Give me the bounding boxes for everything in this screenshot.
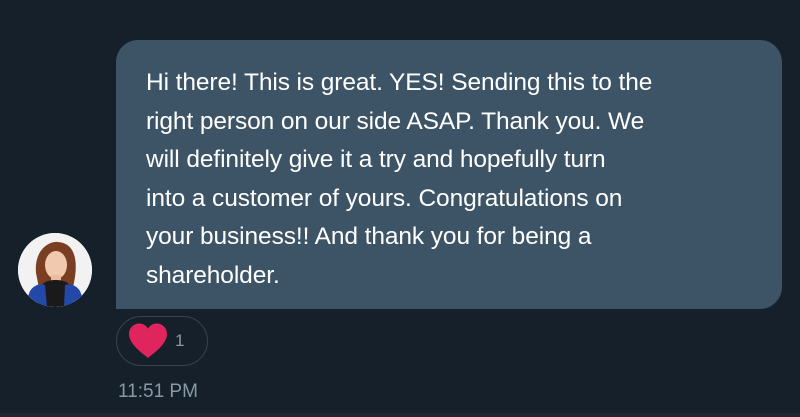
dm-conversation: Hi there! This is great. YES! Sending th… bbox=[0, 0, 800, 417]
message-timestamp: 11:51 PM bbox=[118, 381, 198, 402]
message-text: Hi there! This is great. YES! Sending th… bbox=[146, 69, 653, 289]
divider bbox=[0, 413, 800, 417]
heart-icon bbox=[129, 323, 167, 358]
reaction-count: 1 bbox=[175, 331, 185, 350]
message-bubble[interactable]: Hi there! This is great. YES! Sending th… bbox=[116, 40, 782, 309]
reaction-button[interactable]: 1 bbox=[116, 316, 208, 366]
avatar-photo-icon bbox=[18, 233, 92, 307]
sender-avatar[interactable] bbox=[18, 233, 92, 307]
